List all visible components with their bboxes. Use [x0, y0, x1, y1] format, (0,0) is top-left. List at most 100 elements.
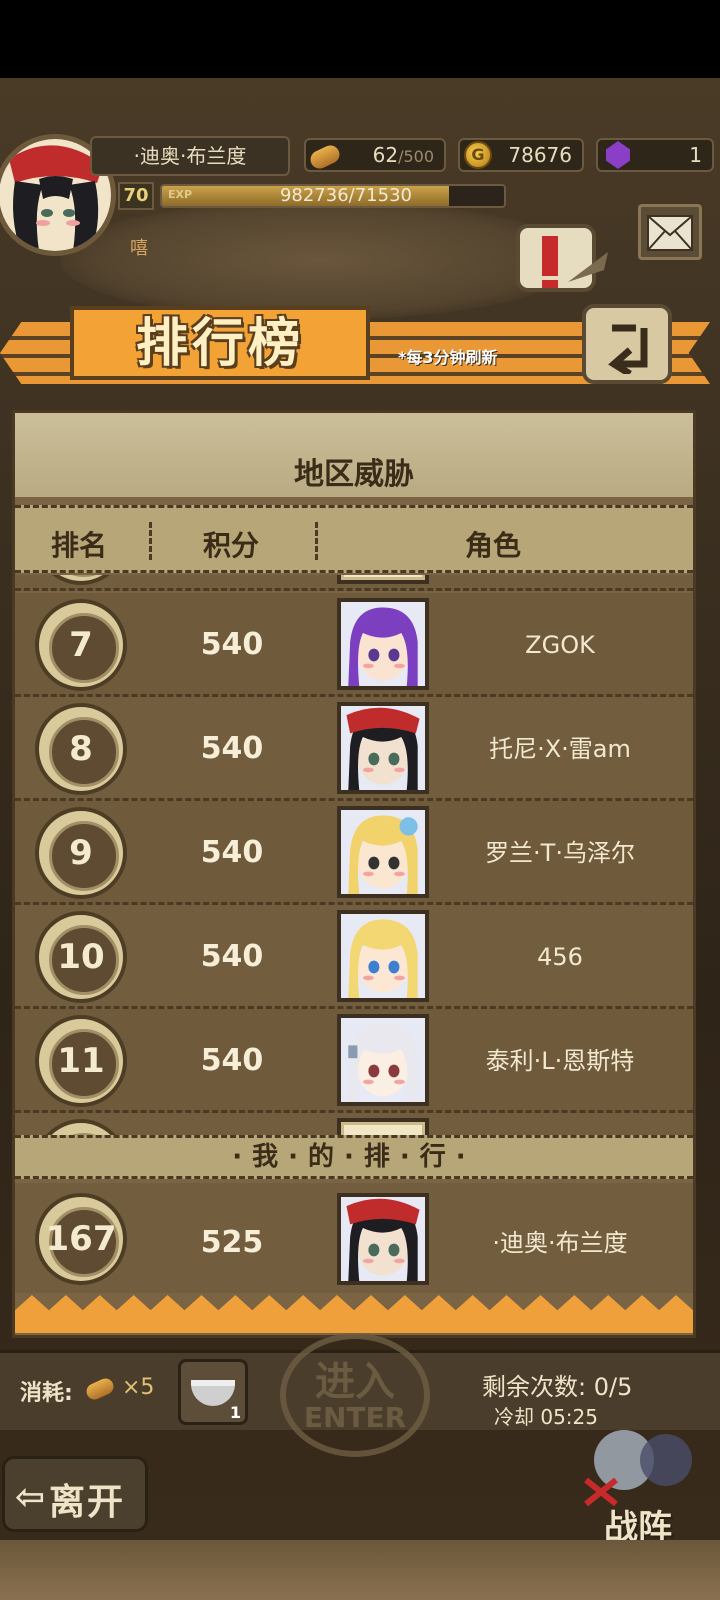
player-name-cell: 托尼·X·雷am [489, 735, 631, 763]
rank-badge: 11 [35, 1015, 127, 1107]
panel-header: 地区威胁 [15, 413, 693, 497]
item-slot[interactable]: 1 [178, 1359, 248, 1425]
rank-number: 7 [69, 625, 93, 665]
rank-score: 540 [200, 835, 264, 870]
bottom-bar: 消耗: ×5 1 进入 ENTER 剩余次数: 0/5 冷却 05:25 [0, 1333, 720, 1457]
left-arrow-icon: ⇦ [15, 1477, 46, 1518]
refresh-note: *每3分钟刷新 [398, 348, 498, 367]
rank-badge [35, 575, 127, 585]
enter-button[interactable]: 进入 ENTER [280, 1333, 430, 1457]
enter-label-en: ENTER [303, 1401, 407, 1434]
bread-icon [307, 142, 343, 172]
player-hud: ·迪奥·布兰度 70 EXP 982736/71530 嘻 62/500 G 7… [0, 128, 720, 292]
rank-score: 540 [200, 1043, 264, 1078]
player-portrait[interactable] [337, 1014, 429, 1106]
my-rank-row[interactable]: 167 525 ·迪奥·布兰度 [15, 1183, 693, 1293]
column-header-row: 排名 积分 角色 [15, 505, 693, 573]
gold-value: 78676 [508, 143, 572, 167]
rank-number: 8 [69, 729, 93, 769]
player-name-cell: 罗兰·T·乌泽尔 [485, 839, 635, 867]
mail-button[interactable] [638, 204, 702, 260]
my-score: 525 [200, 1225, 264, 1260]
gem-value: 1 [689, 143, 702, 167]
mail-icon [647, 215, 693, 251]
rank-badge: 10 [35, 911, 127, 1003]
player-name-cell: ZGOK [525, 631, 595, 659]
header-score: 积分 [203, 529, 260, 562]
status-text: 嘻 [130, 238, 148, 259]
rank-row[interactable]: 11 540 泰利·L·恩斯特 [15, 1009, 693, 1113]
player-portrait[interactable] [337, 1118, 429, 1135]
scroll-icon [516, 224, 608, 292]
rank-row[interactable] [15, 1113, 693, 1135]
cost-label: 消耗: [20, 1381, 73, 1406]
formation-button[interactable]: 战阵 [576, 1420, 716, 1550]
rank-score: 540 [200, 731, 264, 766]
header-divider [149, 522, 152, 560]
rank-row[interactable] [15, 575, 693, 591]
header-rank: 排名 [51, 529, 108, 562]
my-rank-number: 167 [45, 1219, 117, 1259]
header-divider [315, 522, 318, 560]
player-name-cell: 泰利·L·恩斯特 [485, 1047, 635, 1075]
rank-row[interactable]: 8 540 托尼·X·雷am [15, 697, 693, 801]
rank-score: 540 [200, 939, 264, 974]
exp-bar: EXP 982736/71530 [160, 184, 506, 208]
quest-scroll-button[interactable] [508, 212, 612, 312]
bread-cost-icon [83, 1375, 117, 1403]
gem-resource[interactable]: 1 [596, 138, 714, 172]
return-arrow-icon [608, 324, 648, 374]
remaining-attempts: 剩余次数: 0/5 [482, 1373, 633, 1401]
back-button[interactable] [582, 304, 672, 384]
game-screen: ·迪奥·布兰度 70 EXP 982736/71530 嘻 62/500 G 7… [0, 0, 720, 1600]
exp-value: 982736/71530 [279, 185, 412, 206]
cost-quantity: ×5 [122, 1375, 155, 1400]
header-role: 角色 [465, 529, 522, 562]
bread-max: /500 [398, 147, 434, 166]
system-status-bar [0, 0, 720, 78]
panel-title: 地区威胁 [294, 457, 414, 492]
enter-label-cn: 进入 [315, 1359, 395, 1405]
rank-badge [35, 1119, 127, 1135]
player-level: 70 [118, 182, 154, 210]
player-portrait[interactable] [337, 910, 429, 1002]
bowl-icon [191, 1380, 235, 1406]
item-count: 1 [229, 1403, 241, 1422]
player-portrait[interactable] [337, 702, 429, 794]
bread-resource[interactable]: 62/500 [304, 138, 446, 172]
ranking-panel: 地区威胁 排名 积分 角色 7 540 ZGOK 8 540 托尼·X·雷am … [12, 410, 696, 1338]
player-portrait[interactable] [337, 806, 429, 898]
my-name: ·迪奥·布兰度 [492, 1229, 628, 1257]
player-portrait[interactable] [337, 575, 429, 584]
player-name-cell: 456 [537, 943, 583, 971]
banner-title: 排行榜 [135, 314, 304, 374]
rank-number: 11 [57, 1041, 105, 1081]
rank-badge: 167 [35, 1193, 127, 1285]
rank-badge: 8 [35, 703, 127, 795]
ranking-banner: 排行榜 *每3分钟刷新 [0, 304, 720, 396]
gem-icon [606, 141, 630, 169]
bread-value: 62 [372, 143, 399, 167]
player-portrait[interactable] [337, 598, 429, 690]
gold-resource[interactable]: G 78676 [458, 138, 584, 172]
player-name: ·迪奥·布兰度 [90, 136, 290, 176]
leave-button[interactable]: ⇦ 离开 [2, 1456, 148, 1532]
rank-row[interactable]: 7 540 ZGOK [15, 593, 693, 697]
rank-row[interactable]: 10 540 456 [15, 905, 693, 1009]
rank-badge: 9 [35, 807, 127, 899]
formation-icon [584, 1430, 692, 1507]
bread-value-wrap: 62/500 [373, 140, 434, 172]
rank-row[interactable]: 9 540 罗兰·T·乌泽尔 [15, 801, 693, 905]
leave-label: 离开 [49, 1482, 126, 1523]
rank-score: 540 [200, 627, 264, 662]
rank-badge: 7 [35, 599, 127, 691]
ranking-list[interactable]: 7 540 ZGOK 8 540 托尼·X·雷am 9 540 罗兰·T·乌泽尔… [15, 575, 693, 1135]
rank-number: 9 [69, 833, 93, 873]
my-rank-header: ·我·的·排·行· [15, 1135, 693, 1179]
my-portrait[interactable] [337, 1193, 429, 1285]
gold-coin-icon: G [464, 141, 492, 169]
ground [0, 1540, 720, 1600]
banner-title-box: 排行榜 [70, 306, 370, 380]
rank-number: 10 [57, 937, 105, 977]
exp-label: EXP [168, 188, 193, 201]
